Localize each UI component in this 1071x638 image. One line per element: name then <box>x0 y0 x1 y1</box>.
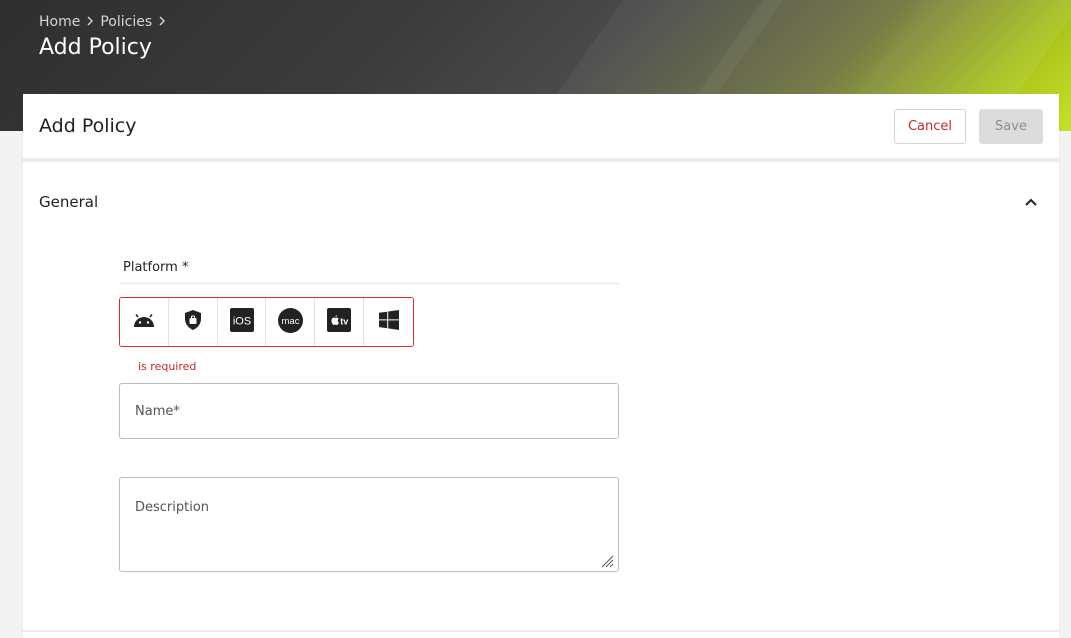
section-title: General <box>39 193 99 211</box>
platform-android-enterprise-button[interactable] <box>168 298 218 346</box>
page-title: Add Policy <box>39 35 152 60</box>
svg-text:tv: tv <box>341 317 349 327</box>
chevron-up-icon[interactable] <box>1019 190 1043 214</box>
name-input[interactable] <box>120 384 618 438</box>
general-section-header[interactable]: General <box>23 162 1059 242</box>
description-textarea[interactable] <box>120 478 618 571</box>
ios-icon: iOS <box>229 308 254 336</box>
platform-label: Platform * <box>119 260 619 284</box>
chevron-right-icon <box>86 14 94 30</box>
description-field <box>119 477 619 572</box>
breadcrumb-policies[interactable]: Policies <box>100 14 152 30</box>
name-field <box>119 383 619 439</box>
appletv-icon: tv <box>327 308 352 336</box>
card-header: Add Policy Cancel Save <box>23 94 1059 162</box>
svg-text:mac: mac <box>281 316 299 327</box>
breadcrumb: Home Policies <box>39 14 166 30</box>
cancel-button[interactable]: Cancel <box>894 108 966 144</box>
platform-macos-button[interactable]: mac <box>266 298 316 346</box>
android-icon <box>133 313 155 332</box>
platform-selector: iOS mac tv <box>119 297 414 347</box>
section-divider <box>23 630 1059 632</box>
platform-appletv-button[interactable]: tv <box>315 298 365 346</box>
resize-handle-icon[interactable] <box>600 553 614 568</box>
breadcrumb-home[interactable]: Home <box>39 14 80 30</box>
macos-icon: mac <box>277 307 303 337</box>
card-title: Add Policy <box>39 115 137 137</box>
platform-error-message: is required <box>138 360 197 373</box>
general-form: Platform * iOS mac tv is required Name* … <box>119 260 619 572</box>
platform-ios-button[interactable]: iOS <box>217 298 267 346</box>
save-button[interactable]: Save <box>979 108 1043 144</box>
chevron-right-icon <box>158 14 166 30</box>
windows-icon <box>378 310 399 334</box>
svg-text:iOS: iOS <box>232 316 250 328</box>
platform-android-button[interactable] <box>120 298 169 346</box>
android-enterprise-icon <box>183 309 203 335</box>
platform-windows-button[interactable] <box>364 298 413 346</box>
